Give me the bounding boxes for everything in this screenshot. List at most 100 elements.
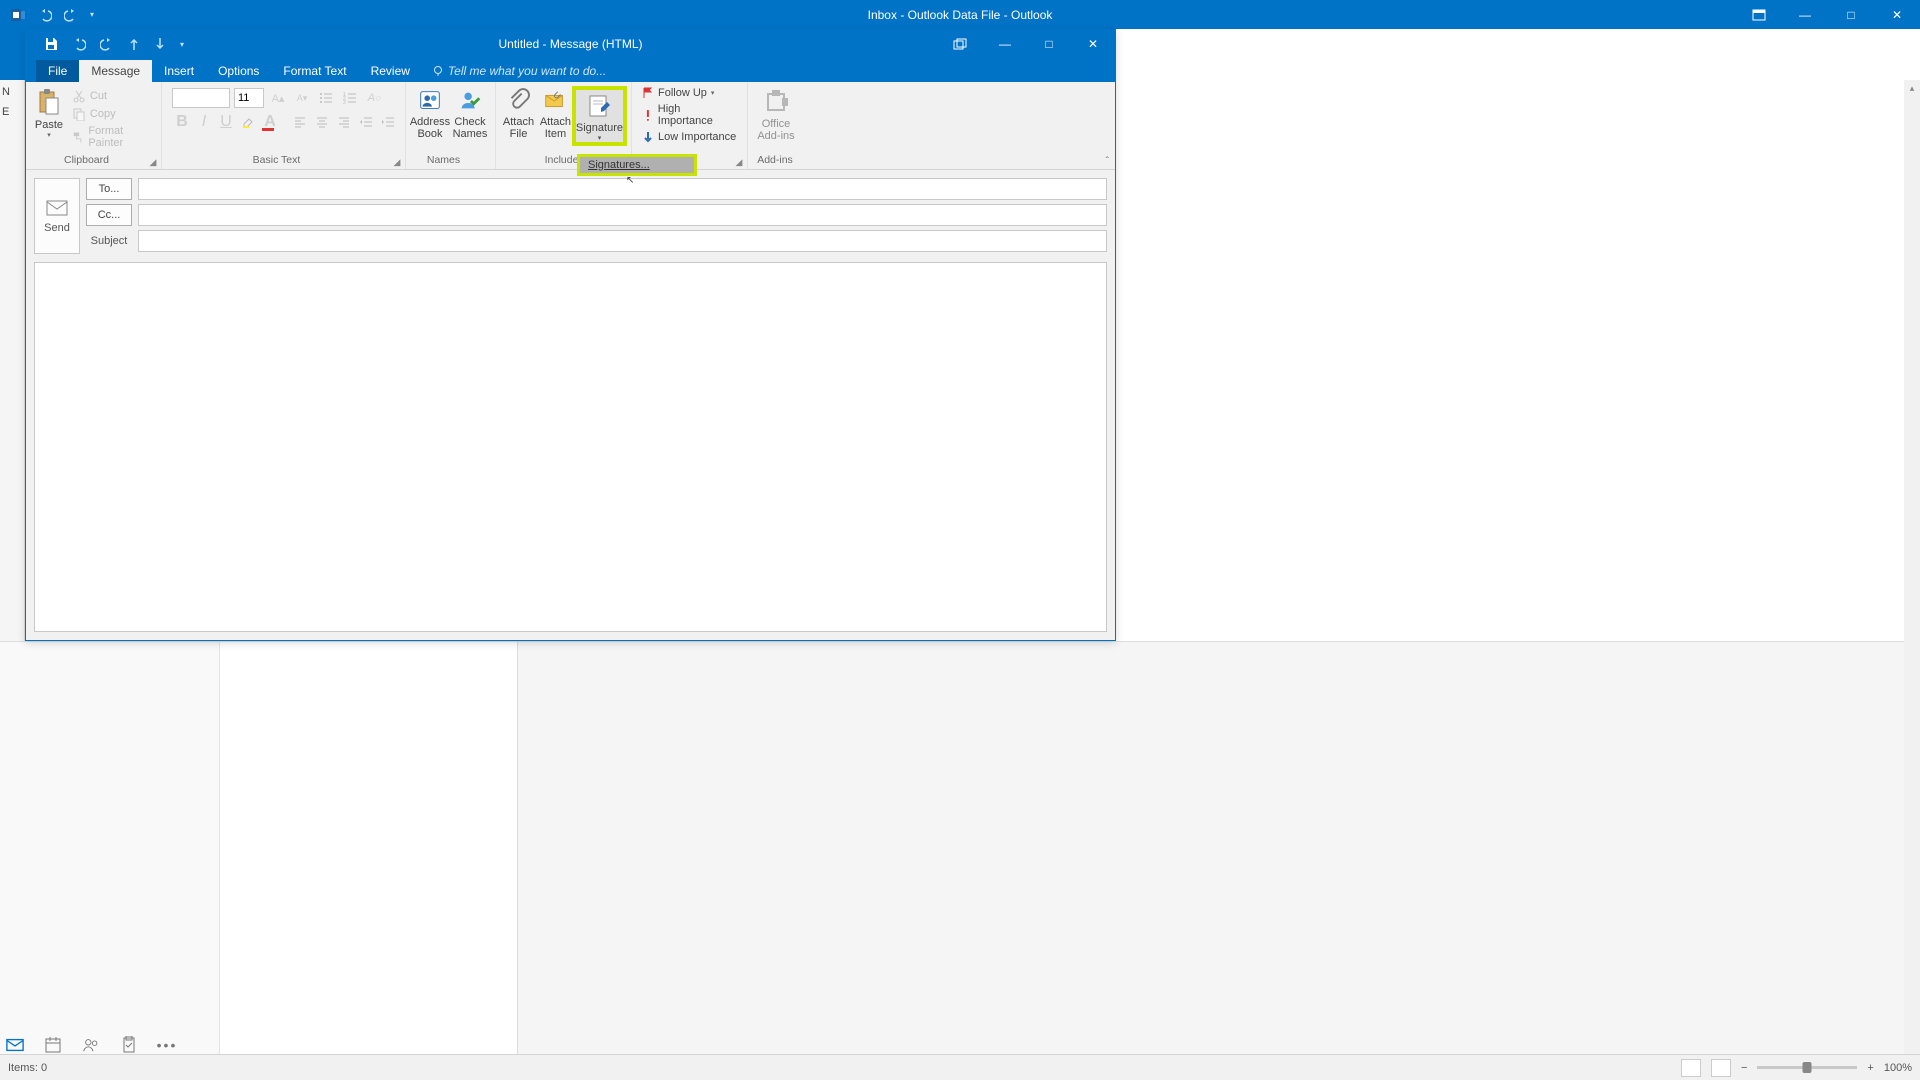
copy-button: Copy [68,106,157,122]
main-minimize-button[interactable]: — [1782,0,1828,29]
decrease-indent-icon[interactable] [356,112,376,132]
underline-button[interactable]: U [216,112,236,132]
signature-label: Signature [576,122,623,134]
signature-button[interactable]: Signature ▾ [572,86,627,146]
align-right-icon[interactable] [334,112,354,132]
highlight-icon[interactable] [238,112,258,132]
high-importance-button[interactable]: High Importance [640,102,739,128]
message-list-pane [220,641,518,1054]
svg-text:3: 3 [343,100,346,104]
shrink-font-icon[interactable]: A▾ [292,88,312,108]
message-header-fields: Send To... Cc... Subject [26,170,1115,262]
compose-minimize-button[interactable]: — [983,30,1027,58]
nav-calendar-icon[interactable] [44,1036,62,1054]
font-size-input[interactable] [234,88,264,108]
grow-font-icon[interactable]: A▴ [268,88,288,108]
main-qat-customize-icon[interactable]: ▾ [90,10,94,19]
format-painter-label: Format Painter [88,125,153,149]
cc-button[interactable]: Cc... [86,204,132,226]
nav-tasks-icon[interactable] [120,1036,138,1054]
collapse-ribbon-icon[interactable]: ˆ [1106,156,1109,167]
main-undo-icon[interactable] [38,8,52,22]
check-names-button[interactable]: Check Names [450,86,490,140]
italic-button[interactable]: I [194,112,214,132]
zoom-out-button[interactable]: − [1741,1062,1747,1074]
align-center-icon[interactable] [312,112,332,132]
popout-icon[interactable] [945,30,975,58]
attach-file-button[interactable]: Attach File [500,86,537,140]
signatures-menu-item[interactable]: Signatures... [577,154,697,176]
office-addins-button[interactable]: Office Add-ins [752,86,800,142]
main-redo-icon[interactable] [64,8,78,22]
bold-button[interactable]: B [172,112,192,132]
cut-button: Cut [68,88,157,104]
font-name-input[interactable] [172,88,230,108]
subject-input[interactable] [138,230,1107,252]
address-book-label: Address Book [410,116,450,140]
to-input[interactable] [138,178,1107,200]
compose-message-window: ▾ Untitled - Message (HTML) — □ ✕ File M… [25,29,1116,641]
lightbulb-icon [432,65,444,77]
nav-people-icon[interactable] [82,1036,100,1054]
tab-format-text[interactable]: Format Text [271,60,358,82]
tab-options[interactable]: Options [206,60,271,82]
redo-icon[interactable] [100,37,114,51]
group-basic-text: A▴ A▾ 123 A◇ B I U A [162,82,406,169]
format-painter-button: Format Painter [68,124,157,150]
outlook-title: Inbox - Outlook Data File - Outlook [868,8,1053,22]
clipboard-group-label: Clipboard [26,153,147,169]
attach-item-label: Attach Item [540,116,571,140]
view-normal-button[interactable] [1681,1059,1701,1077]
compose-titlebar: ▾ Untitled - Message (HTML) — □ ✕ [26,30,1115,58]
message-body[interactable] [34,262,1107,632]
clear-formatting-icon[interactable]: A◇ [364,88,384,108]
tell-me-placeholder: Tell me what you want to do... [448,64,606,78]
save-icon[interactable] [44,37,58,51]
bullets-icon[interactable] [316,88,336,108]
send-button[interactable]: Send [34,178,80,254]
tell-me-search[interactable]: Tell me what you want to do... [422,60,616,82]
to-button[interactable]: To... [86,178,132,200]
tab-message[interactable]: Message [79,60,152,82]
next-item-icon[interactable] [154,37,166,51]
cut-label: Cut [90,90,107,102]
zoom-slider[interactable] [1757,1066,1857,1069]
view-reading-button[interactable] [1711,1059,1731,1077]
attach-item-button[interactable]: Attach Item [537,86,574,140]
follow-up-button[interactable]: Follow Up ▾ [640,86,716,100]
compose-maximize-button[interactable]: □ [1027,30,1071,58]
main-maximize-button[interactable]: □ [1828,0,1874,29]
undo-icon[interactable] [72,37,86,51]
qat-customize-icon[interactable]: ▾ [180,40,184,49]
group-addins: Office Add-ins Add-ins [748,82,804,169]
nav-more-icon[interactable]: ••• [158,1036,176,1054]
font-color-icon[interactable]: A [260,112,280,132]
paste-button[interactable]: Paste ▾ [30,86,68,139]
compose-close-button[interactable]: ✕ [1071,30,1115,58]
main-scrollbar[interactable]: ▴ [1904,80,1920,1054]
address-book-button[interactable]: Address Book [410,86,450,140]
scroll-up-icon[interactable]: ▴ [1904,80,1920,96]
main-close-button[interactable]: ✕ [1874,0,1920,29]
check-names-label: Check Names [453,116,488,140]
high-importance-label: High Importance [658,103,737,127]
zoom-in-button[interactable]: + [1867,1062,1873,1074]
nav-mail-icon[interactable] [6,1036,24,1054]
low-importance-button[interactable]: Low Importance [640,130,738,144]
increase-indent-icon[interactable] [378,112,398,132]
align-left-icon[interactable] [290,112,310,132]
numbering-icon[interactable]: 123 [340,88,360,108]
cc-input[interactable] [138,204,1107,226]
prev-item-icon[interactable] [128,37,140,51]
reading-pane [518,641,1920,1054]
copy-label: Copy [90,108,116,120]
tab-insert[interactable]: Insert [152,60,206,82]
status-items-count: Items: 0 [8,1062,47,1074]
clipboard-launcher-icon[interactable]: ◢ [147,156,159,168]
ribbon-tabs: File Message Insert Options Format Text … [26,58,1115,82]
main-ribbon-display-icon[interactable] [1736,0,1782,29]
tab-file[interactable]: File [36,60,79,82]
basic-text-launcher-icon[interactable]: ◢ [391,156,403,168]
tags-launcher-icon[interactable]: ◢ [733,156,745,168]
tab-review[interactable]: Review [359,60,422,82]
